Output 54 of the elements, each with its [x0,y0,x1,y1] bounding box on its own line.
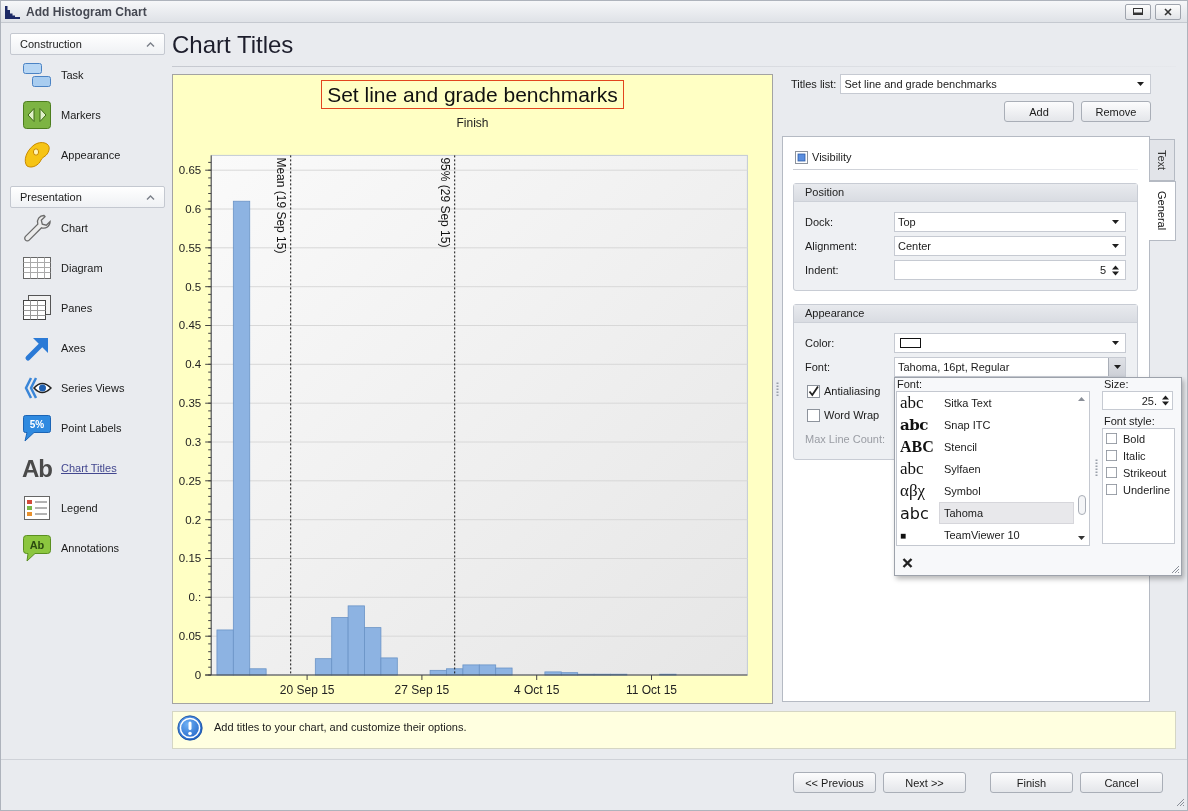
chart-subtitle: Finish [456,116,489,130]
y-tick-label: 0.25 [178,474,202,487]
x-tick-label: 11 Oct 15 [625,683,678,697]
field-label: Dock: [805,216,834,228]
x-tick-label: 4 Oct 15 [514,683,560,697]
field-label: Color: [805,337,835,349]
reference-label: 95% (29 Sep 15) [437,157,452,248]
font-sample: abc [899,502,930,524]
checkbox-label: Underline [1123,483,1171,496]
text-icon: Ab [22,453,52,483]
checkbox-label: Antialiasing [824,385,881,397]
field-label: Font: [805,361,831,373]
popup-label: Size: [1104,378,1129,391]
y-tick-label: 0.65 [178,164,202,177]
checkbox-label: Word Wrap [824,409,880,421]
checkbox-label: Visibility [812,151,852,163]
y-tick-label: 0.55 [178,241,202,254]
y-tick-label: 0.35 [178,397,202,410]
field-label: Alignment: [805,240,857,252]
y-tick-label: 0.2 [185,513,202,526]
field-label: Indent: [805,264,839,276]
field-label: Max Line Count: [805,433,886,445]
checkbox-label: Bold [1123,432,1146,445]
y-tick-label: 0.45 [178,319,202,332]
font-sample: abc [899,392,925,414]
speech-bubble-icon: 5% [22,413,52,443]
font-sample: αβχ [899,480,927,502]
y-tick-label: 0.15 [178,552,202,565]
font-sample: abc [899,415,929,436]
x-tick-label: 20 Sep 15 [279,683,335,697]
page-heading: Chart Titles [172,30,294,60]
y-tick-label: 0 [194,669,202,681]
font-sample: ABC [899,437,935,457]
y-tick-label: 0.4 [185,358,202,371]
reference-label: Mean (19 Sep 15) [273,157,288,254]
y-tick-label: 0.6 [185,203,202,215]
y-tick-label: 0.05 [178,630,202,643]
group-title: Position [794,184,1137,202]
window-title: Add Histogram Chart [26,4,147,19]
checkbox-label: Italic [1123,449,1146,462]
field-label: Titles list: [791,78,837,90]
info-text: Add titles to your chart, and customize their options. [214,721,467,734]
checkbox-label: Strikeout [1123,466,1167,479]
font-sample: ■ [899,528,908,543]
font-sample: abc [899,458,925,480]
x-tick-label: 27 Sep 15 [394,683,450,697]
group-title: Appearance [794,305,1137,323]
chart-title: Set line and grade benchmarks [321,80,624,109]
y-tick-label: 0.3 [185,436,202,448]
speech-bubble-icon: Ab [22,533,52,563]
popup-label: Font style: [1104,415,1155,428]
y-tick-label: 0.: [188,591,202,604]
y-tick-label: 0.5 [185,280,202,293]
popup-label: Font: [897,378,923,391]
